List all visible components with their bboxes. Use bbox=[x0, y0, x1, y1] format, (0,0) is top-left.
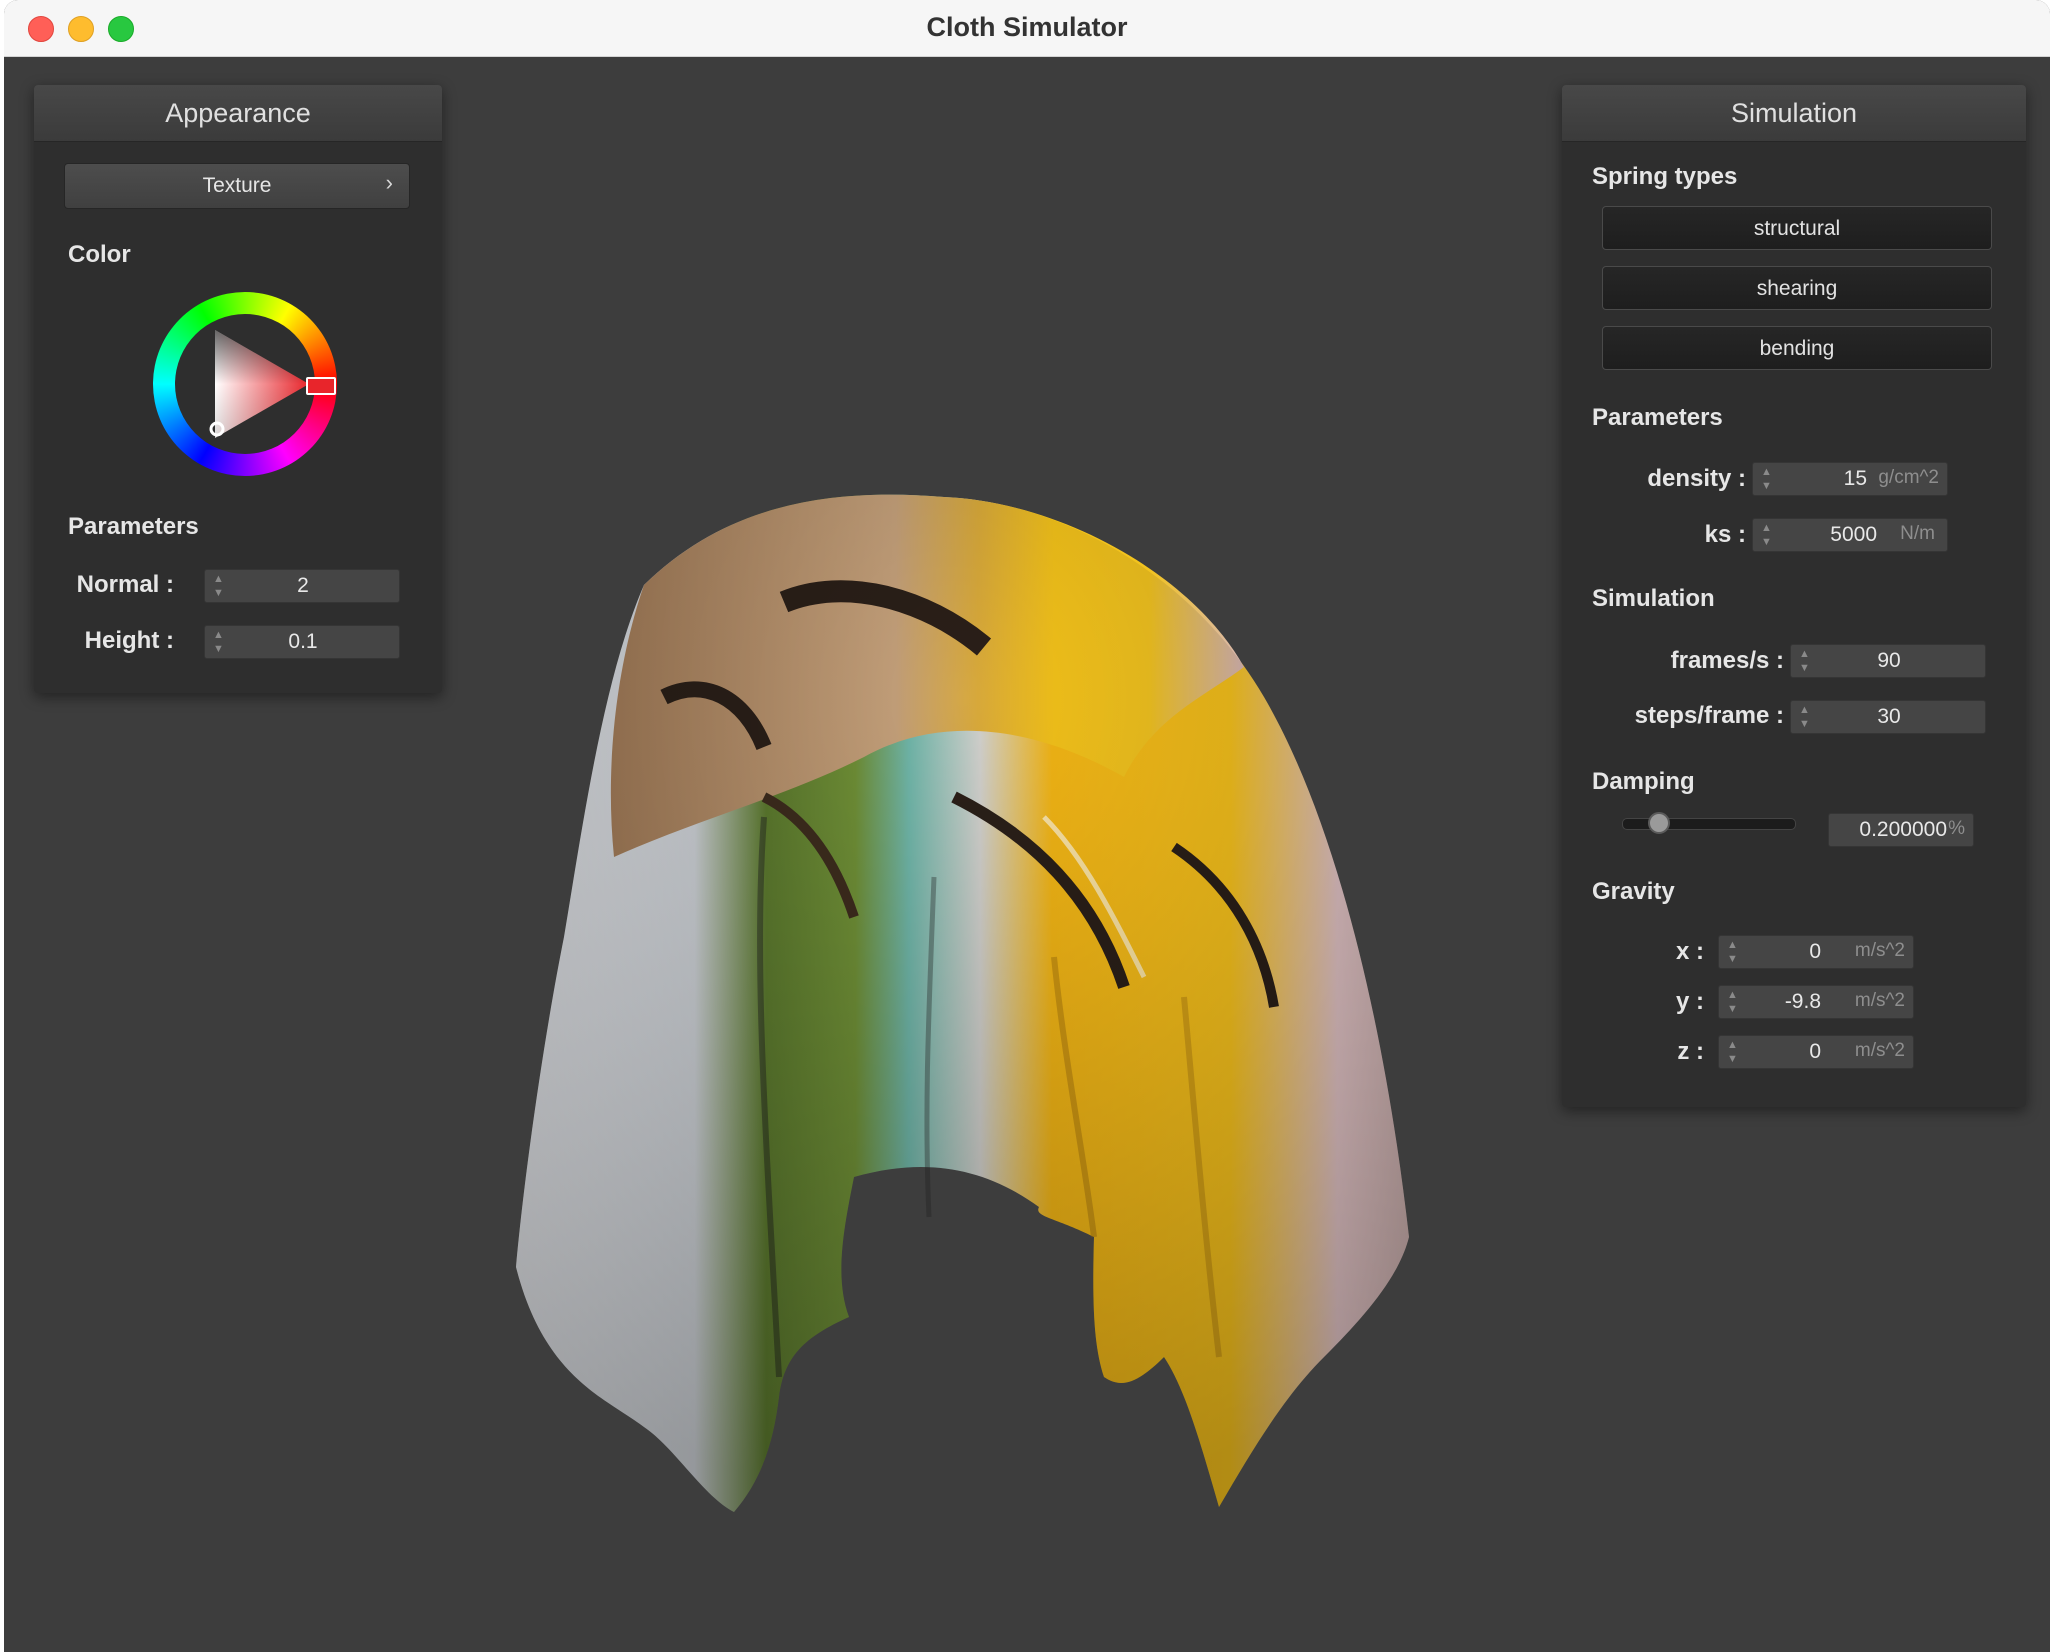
texture-button[interactable]: Texture › bbox=[64, 163, 410, 209]
gravity-y-unit: m/s^2 bbox=[1854, 990, 1905, 1011]
density-input[interactable]: ▲ ▼ 15 g/cm^2 bbox=[1752, 462, 1948, 496]
hue-selector-handle[interactable] bbox=[306, 377, 336, 395]
chevron-right-icon: › bbox=[385, 170, 393, 195]
gravity-y-value: -9.8 bbox=[1784, 990, 1821, 1013]
damping-label: Damping bbox=[1592, 768, 1695, 795]
simulation-panel: Simulation Spring types structural shear… bbox=[1562, 85, 2026, 1107]
gravity-x-input[interactable]: ▲ ▼ 0 m/s^2 bbox=[1718, 935, 1914, 969]
simulation-section-label: Simulation bbox=[1592, 585, 1715, 612]
density-value: 15 bbox=[1843, 467, 1867, 490]
gravity-y-label: y : bbox=[1675, 988, 1704, 1015]
window-title: Cloth Simulator bbox=[926, 12, 1128, 42]
title-bar: Cloth Simulator bbox=[4, 0, 2050, 57]
shearing-toggle[interactable]: shearing bbox=[1602, 266, 1992, 310]
height-input[interactable]: ▲ ▼ 0.1 bbox=[204, 625, 400, 659]
gravity-z-label: z : bbox=[1677, 1038, 1704, 1065]
structural-toggle[interactable]: structural bbox=[1602, 206, 1992, 250]
damping-slider-knob[interactable] bbox=[1648, 812, 1670, 834]
stepper-icon[interactable]: ▲ ▼ bbox=[1727, 938, 1738, 966]
simulation-header: Simulation bbox=[1562, 85, 2026, 142]
app-window: Cloth Simulator Appearance Texture › Col… bbox=[4, 0, 2050, 1652]
fps-label: frames/s : bbox=[1670, 647, 1784, 674]
damping-slider[interactable] bbox=[1622, 812, 1796, 834]
appearance-params-label: Parameters bbox=[68, 513, 199, 540]
normal-label: Normal : bbox=[76, 571, 174, 598]
ks-unit: N/m bbox=[1900, 523, 1935, 544]
gravity-y-input[interactable]: ▲ ▼ -9.8 m/s^2 bbox=[1718, 985, 1914, 1019]
damping-input[interactable]: 0.200000 % bbox=[1828, 813, 1974, 847]
density-label: density : bbox=[1647, 465, 1746, 492]
gravity-z-unit: m/s^2 bbox=[1854, 1040, 1905, 1061]
normal-input[interactable]: ▲ ▼ 2 bbox=[204, 569, 400, 603]
normal-value: 2 bbox=[297, 574, 309, 597]
texture-button-label: Texture bbox=[202, 174, 272, 197]
steps-input[interactable]: ▲ ▼ 30 bbox=[1790, 700, 1986, 734]
stepper-icon[interactable]: ▲ ▼ bbox=[1727, 1038, 1738, 1066]
color-label: Color bbox=[68, 241, 131, 268]
density-unit: g/cm^2 bbox=[1878, 467, 1939, 488]
stepper-icon[interactable]: ▲ ▼ bbox=[1727, 988, 1738, 1016]
height-label: Height : bbox=[84, 627, 174, 654]
color-wheel[interactable] bbox=[153, 292, 337, 476]
damping-value: 0.200000 bbox=[1859, 818, 1947, 841]
steps-value: 30 bbox=[1877, 705, 1901, 728]
fps-value: 90 bbox=[1877, 649, 1901, 672]
ks-value: 5000 bbox=[1830, 523, 1877, 546]
gravity-x-label: x : bbox=[1675, 938, 1704, 965]
gravity-z-input[interactable]: ▲ ▼ 0 m/s^2 bbox=[1718, 1035, 1914, 1069]
gravity-x-value: 0 bbox=[1809, 940, 1821, 963]
ks-label: ks : bbox=[1704, 521, 1746, 548]
steps-label: steps/frame : bbox=[1634, 702, 1784, 729]
stepper-icon[interactable]: ▲ ▼ bbox=[1761, 521, 1772, 549]
gravity-x-unit: m/s^2 bbox=[1854, 940, 1905, 961]
fps-input[interactable]: ▲ ▼ 90 bbox=[1790, 644, 1986, 678]
appearance-panel: Appearance Texture › Color Parameters No… bbox=[34, 85, 442, 693]
ks-input[interactable]: ▲ ▼ 5000 N/m bbox=[1752, 518, 1948, 552]
sim-params-label: Parameters bbox=[1592, 404, 1723, 431]
stepper-icon[interactable]: ▲ ▼ bbox=[1761, 465, 1772, 493]
spring-types-label: Spring types bbox=[1592, 163, 1738, 190]
bending-toggle[interactable]: bending bbox=[1602, 326, 1992, 370]
gravity-z-value: 0 bbox=[1809, 1040, 1821, 1063]
height-value: 0.1 bbox=[288, 630, 318, 653]
gravity-label: Gravity bbox=[1592, 878, 1675, 905]
appearance-header: Appearance bbox=[34, 85, 442, 142]
damping-unit: % bbox=[1948, 818, 1965, 839]
